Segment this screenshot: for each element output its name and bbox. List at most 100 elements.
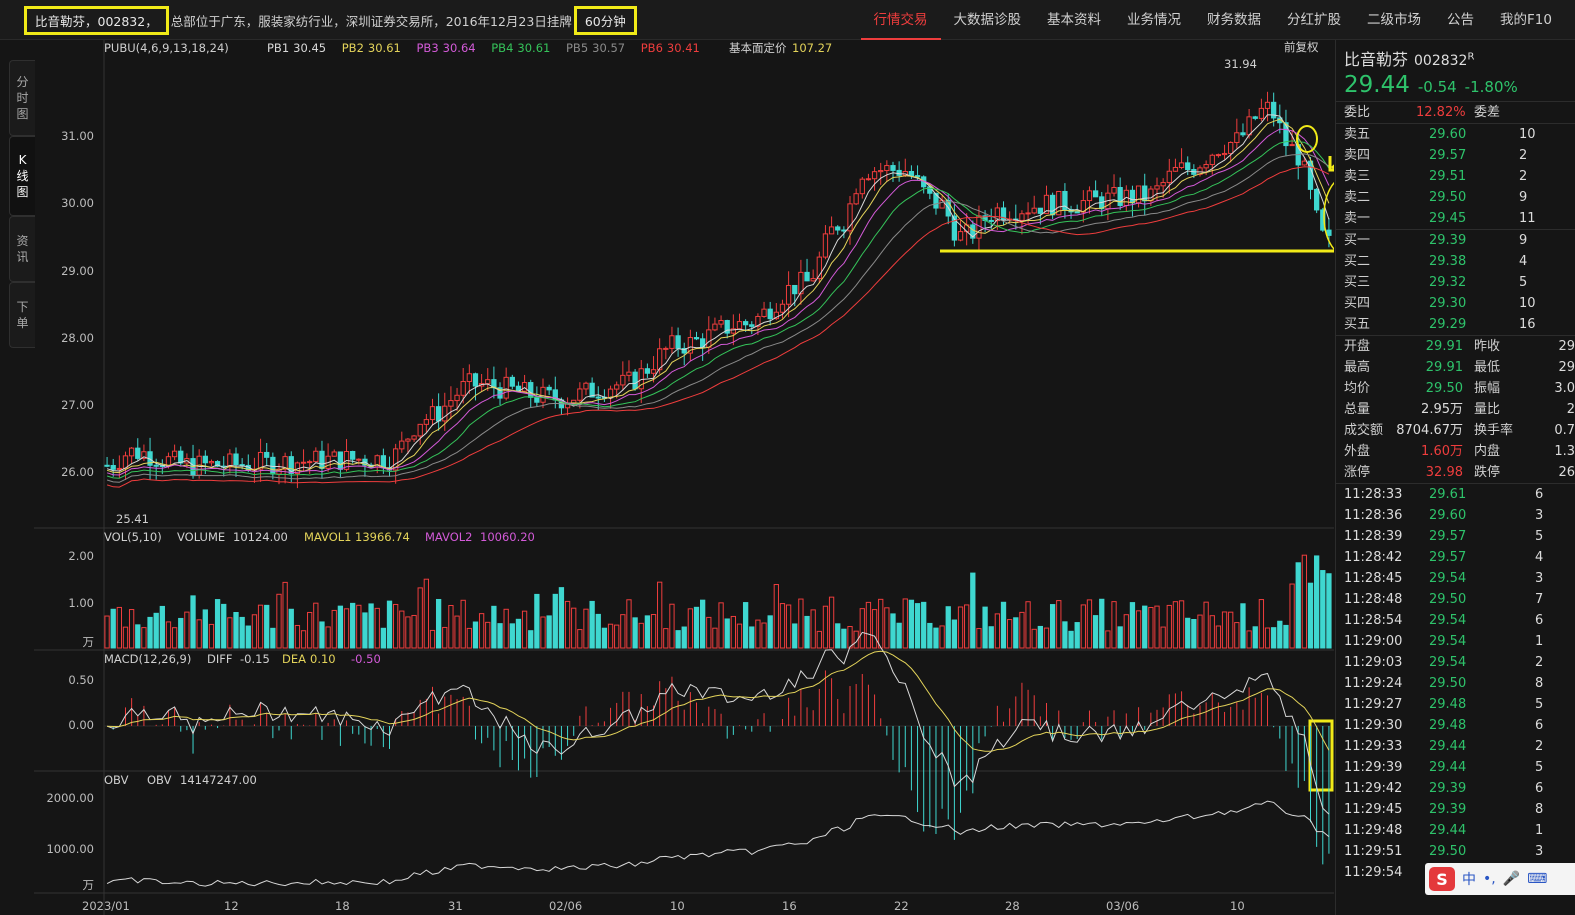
x-tick: 28 xyxy=(1005,899,1020,913)
adjust-label[interactable]: 前复权 xyxy=(1284,40,1319,54)
macd-indicator xyxy=(106,631,1330,865)
volume-bar xyxy=(1221,611,1228,649)
fundamental-value: 107.27 xyxy=(792,41,832,55)
tick-price: 29.54 xyxy=(1429,634,1467,649)
candle-body xyxy=(1215,154,1222,157)
mavol2-value: 10060.20 xyxy=(480,530,535,544)
volume-bar xyxy=(681,626,687,649)
volume-bar xyxy=(595,613,601,649)
ask-label: 卖一 xyxy=(1344,211,1371,226)
stock-description: 总部位于广东，服装家纺行业，深圳证券交易所，2016年12月23日挂牌 xyxy=(170,13,572,29)
candle-body xyxy=(1049,194,1056,216)
volume-bar xyxy=(841,628,847,649)
sidebar-tab-order[interactable]: 下单 xyxy=(9,282,35,348)
candle-body xyxy=(749,324,755,327)
candle-body xyxy=(208,461,215,464)
candle-body xyxy=(1185,162,1191,171)
candle-body xyxy=(1289,144,1295,147)
volume-bar xyxy=(331,609,337,649)
candle-body xyxy=(650,369,657,374)
volume-bar xyxy=(1013,617,1019,649)
obv-line xyxy=(106,800,1330,887)
x-tick: 18 xyxy=(335,899,350,913)
tab-market-trade[interactable]: 行情交易 xyxy=(860,0,941,40)
tab-announcement[interactable]: 公告 xyxy=(1434,0,1487,40)
tick-row: 11:28:36 29.60 3 xyxy=(1336,505,1575,526)
macd-title: MACD(12,26,9) xyxy=(104,652,191,666)
stat-value: 32.98 xyxy=(1425,465,1463,480)
volume-bar xyxy=(202,609,208,649)
tab-business[interactable]: 业务情况 xyxy=(1114,0,1194,40)
tick-volume: 8 xyxy=(1535,676,1544,691)
candle-body xyxy=(693,337,700,340)
volume-bar xyxy=(601,627,608,649)
volume-bar xyxy=(964,604,970,649)
x-tick: 10 xyxy=(1230,899,1245,913)
ime-punct-icon[interactable]: •, xyxy=(1483,871,1496,887)
tick-volume: 3 xyxy=(1535,844,1544,859)
quote-stock-code: 002832 xyxy=(1414,53,1468,69)
ask-label: 卖五 xyxy=(1344,127,1371,142)
arrow-icon xyxy=(1331,164,1334,170)
sidebar-tab-news[interactable]: 资讯 xyxy=(9,216,35,282)
volume-bar xyxy=(307,611,313,649)
candle-body xyxy=(337,451,344,470)
tab-my-f10[interactable]: 我的F10 xyxy=(1487,0,1565,40)
stat-value: 29.50 xyxy=(1425,381,1463,396)
tab-big-data[interactable]: 大数据诊股 xyxy=(941,0,1035,40)
stat-row: 开盘 29.91 昨收 29 xyxy=(1336,336,1575,357)
tab-basic-info[interactable]: 基本资料 xyxy=(1034,0,1114,40)
volume-bar xyxy=(178,617,184,649)
volume-bar xyxy=(970,572,976,649)
candle-body xyxy=(1240,132,1246,136)
candle-body xyxy=(595,396,601,399)
candle-body xyxy=(1129,189,1136,204)
bid-price: 29.38 xyxy=(1429,254,1467,269)
tab-finance[interactable]: 财务数据 xyxy=(1194,0,1274,40)
stat-value: 29 xyxy=(1558,339,1575,354)
sidebar-tab-kline[interactable]: K线图 xyxy=(9,136,35,216)
tab-secondary-market[interactable]: 二级市场 xyxy=(1354,0,1434,40)
ime-toolbar[interactable]: S 中 •, 🎤 ⌨ xyxy=(1425,863,1575,895)
candle-body xyxy=(264,451,270,458)
candle-body xyxy=(1037,207,1043,214)
volume-bar xyxy=(429,629,436,649)
candle-body xyxy=(128,447,135,457)
sidebar-tab-timeshare[interactable]: 分时图 xyxy=(9,60,35,136)
tick-time: 11:28:36 xyxy=(1344,508,1403,523)
volume-bar xyxy=(994,613,1001,649)
ime-lang[interactable]: 中 xyxy=(1462,869,1476,889)
volume-bar xyxy=(785,604,792,649)
volume-bar xyxy=(675,630,681,649)
highlight-circle xyxy=(1296,125,1318,153)
ime-logo-icon[interactable]: S xyxy=(1429,867,1455,891)
volume-bar xyxy=(1314,555,1320,649)
tick-time: 11:29:03 xyxy=(1344,655,1403,670)
volume-bar xyxy=(503,608,509,649)
tick-row: 11:28:33 29.61 6 xyxy=(1336,484,1575,505)
tick-volume: 1 xyxy=(1535,634,1544,649)
bid-row: 买四 29.30 10 xyxy=(1336,293,1575,314)
tick-price: 29.54 xyxy=(1429,655,1467,670)
volume-bar xyxy=(822,605,829,649)
stock-info-bar: 比音勒芬，002832， 总部位于广东，服装家纺行业，深圳证券交易所，2016年… xyxy=(24,4,637,36)
macd-value: -0.50 xyxy=(351,652,381,666)
microphone-icon[interactable]: 🎤 xyxy=(1503,871,1520,887)
keyboard-icon[interactable]: ⌨ xyxy=(1527,871,1547,887)
bid-volume: 5 xyxy=(1519,275,1528,290)
kline-chart[interactable]: PUBU(4,6,9,13,18,24) PB1 30.45 PB2 30.61 P… xyxy=(34,40,1334,915)
tick-price: 29.48 xyxy=(1429,697,1467,712)
stat-label: 量比 xyxy=(1474,402,1501,417)
volume-value: 10124.00 xyxy=(233,530,288,544)
period-selector[interactable]: 60分钟 xyxy=(573,5,637,35)
tab-dividend[interactable]: 分红扩股 xyxy=(1274,0,1354,40)
stat-value: 29.91 xyxy=(1425,360,1463,375)
stat-label: 外盘 xyxy=(1344,444,1371,459)
candle-body xyxy=(1074,211,1080,214)
tick-volume: 7 xyxy=(1535,592,1544,607)
volume-bar xyxy=(687,608,694,649)
candlesticks xyxy=(104,91,1332,489)
candle-body xyxy=(485,379,491,385)
tick-list[interactable]: 11:28:33 29.61 6 11:28:36 29.60 3 11:28:39 29.5… xyxy=(1336,483,1575,883)
mavol1-label: MAVOL1 xyxy=(304,530,352,544)
